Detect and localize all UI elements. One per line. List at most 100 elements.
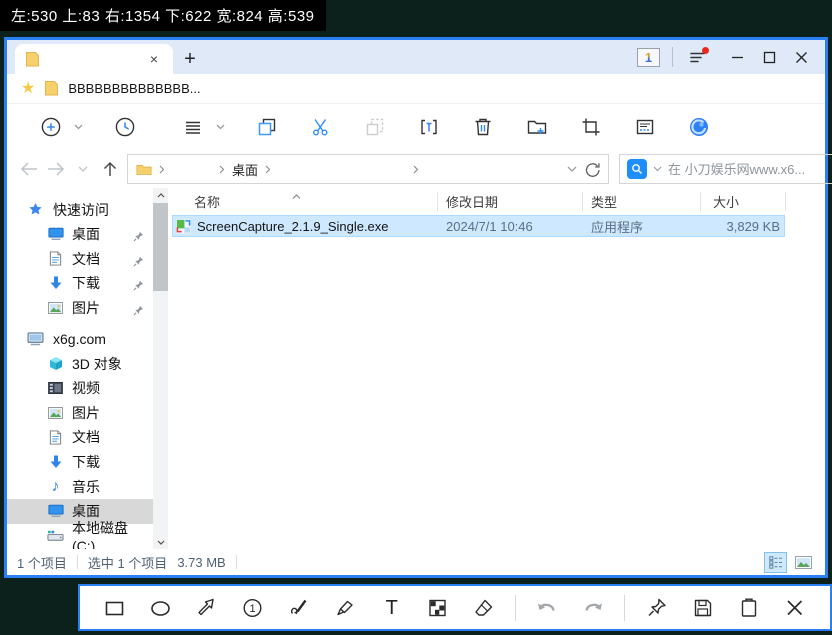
column-header-size[interactable]: 大小 — [701, 192, 786, 211]
sidebar-item-videos[interactable]: 视频 — [7, 376, 153, 401]
address-row: 桌面 — [7, 150, 832, 188]
sidebar-item-desktop-qa[interactable]: 桌面 — [7, 222, 153, 247]
scroll-down-icon[interactable] — [153, 535, 168, 549]
capture-coordinates-text: 左:530 上:83 右:1354 下:622 宽:824 高:539 — [11, 8, 315, 25]
search-box[interactable] — [619, 154, 832, 184]
address-dropdown-icon[interactable] — [567, 166, 577, 173]
new-item-button[interactable] — [31, 109, 71, 145]
toolbar-separator — [515, 594, 517, 621]
address-bar[interactable]: 桌面 — [127, 154, 609, 184]
sidebar-item-music[interactable]: ♪ 音乐 — [7, 474, 153, 499]
sidebar-item-quick-access[interactable]: 快速访问 — [7, 197, 153, 222]
copy-to-clipboard-button[interactable] — [734, 592, 764, 624]
details-pane-button[interactable] — [625, 109, 665, 145]
marker-tool-button[interactable] — [331, 592, 361, 624]
rename-icon — [421, 119, 437, 135]
rename-button[interactable] — [409, 109, 449, 145]
redo-icon — [585, 603, 603, 611]
sort-dropdown[interactable] — [213, 124, 227, 130]
mosaic-tool-button[interactable] — [423, 592, 453, 624]
sidebar-scrollbar[interactable] — [153, 188, 168, 549]
details-view-button[interactable] — [764, 551, 787, 573]
folder-icon — [45, 81, 59, 96]
sidebar-item-this-pc[interactable]: x6g.com — [7, 326, 153, 351]
sidebar-item-pictures-qa[interactable]: 图片 — [7, 296, 153, 321]
search-engine-icon[interactable] — [627, 159, 647, 179]
notification-dot — [702, 47, 709, 54]
app-logo-button[interactable] — [679, 109, 719, 145]
computer-icon — [27, 332, 44, 346]
minimize-button[interactable] — [721, 42, 753, 72]
save-icon — [694, 599, 711, 616]
sidebar-item-local-disk-c[interactable]: 本地磁盘 (C:) — [7, 520, 153, 549]
new-tab-button[interactable]: + — [173, 44, 207, 74]
scroll-up-icon[interactable] — [153, 188, 168, 202]
pen-tool-button[interactable] — [285, 592, 315, 624]
sort-button[interactable] — [173, 109, 213, 145]
up-button[interactable] — [96, 155, 123, 183]
navigation-pane: 快速访问 桌面 文档 下载 图片 x6g.com 3D 对象 视频 图片 文档 … — [7, 188, 153, 549]
delete-button[interactable] — [463, 109, 503, 145]
undo-icon — [538, 603, 555, 611]
pin-button[interactable] — [642, 592, 672, 624]
file-size-cell: 3,829 KB — [726, 218, 781, 234]
search-dropdown-icon[interactable] — [653, 166, 662, 172]
bookmark-label[interactable]: BBBBBBBBBBBBBB... — [68, 81, 200, 96]
close-button[interactable] — [785, 42, 817, 72]
desktop-icon — [47, 228, 64, 241]
menu-button[interactable] — [685, 44, 711, 70]
copy-button[interactable] — [247, 109, 287, 145]
close-icon — [787, 599, 802, 615]
breadcrumb-chevron-icon — [265, 165, 271, 173]
search-input[interactable] — [668, 161, 832, 177]
sidebar-item-downloads-qa[interactable]: 下载 — [7, 271, 153, 296]
eraser-tool-button[interactable] — [469, 592, 499, 624]
ellipse-tool-button[interactable] — [146, 592, 176, 624]
sidebar-item-documents-qa[interactable]: 文档 — [7, 247, 153, 272]
screencapture-exe-icon — [176, 218, 191, 234]
thumbnail-view-button[interactable] — [792, 552, 815, 573]
sidebar-item-documents[interactable]: 文档 — [7, 425, 153, 450]
pushpin-icon — [648, 598, 666, 616]
details-view-icon — [768, 555, 782, 569]
download-icon — [50, 455, 61, 469]
favorite-star-icon[interactable]: ★ — [21, 80, 35, 97]
selection-count: 选中 1 个项目 — [87, 555, 168, 571]
file-row-selected[interactable]: ScreenCapture_2.1.9_Single.exe 2024/7/1 … — [172, 215, 785, 237]
main-area: 快速访问 桌面 文档 下载 图片 x6g.com 3D 对象 视频 图片 文档 … — [7, 188, 825, 549]
column-header-date[interactable]: 修改日期 — [438, 192, 583, 211]
text-tool-button[interactable]: T — [377, 592, 407, 624]
file-type-cell: 应用程序 — [591, 219, 644, 235]
explorer-tab[interactable]: × — [15, 44, 173, 74]
sort-lines-icon — [186, 121, 200, 134]
sidebar-item-3d-objects[interactable]: 3D 对象 — [7, 351, 153, 376]
scissors-icon — [312, 119, 328, 136]
sidebar-item-downloads[interactable]: 下载 — [7, 450, 153, 475]
music-note-icon: ♪ — [51, 477, 60, 495]
crop-button[interactable] — [571, 109, 611, 145]
column-header-name[interactable]: 名称 — [172, 192, 438, 211]
arrow-right-icon — [47, 162, 64, 176]
minimize-icon — [731, 56, 743, 58]
scrollbar-thumb[interactable] — [153, 203, 168, 291]
titlebar-separator — [672, 47, 673, 67]
arrow-tool-button[interactable] — [192, 592, 222, 624]
number-tool-button[interactable]: 1 — [238, 592, 268, 624]
cut-button[interactable] — [301, 109, 341, 145]
maximize-button[interactable] — [753, 42, 785, 72]
new-folder-button[interactable] — [517, 109, 557, 145]
chevron-down-icon — [74, 124, 82, 130]
tab-count-badge[interactable]: 1 — [637, 47, 660, 67]
sidebar-item-pictures[interactable]: 图片 — [7, 401, 153, 426]
refresh-icon[interactable] — [584, 161, 600, 177]
tab-close-icon[interactable]: × — [145, 51, 163, 67]
breadcrumb-desktop[interactable]: 桌面 — [232, 160, 258, 179]
close-capture-button[interactable] — [780, 592, 810, 624]
column-header-type[interactable]: 类型 — [583, 192, 701, 211]
save-button[interactable] — [688, 592, 718, 624]
rectangle-tool-button[interactable] — [100, 592, 130, 624]
maximize-icon — [763, 51, 775, 63]
sort-ascending-icon — [292, 187, 301, 202]
new-item-dropdown[interactable] — [71, 124, 85, 130]
recent-button[interactable] — [105, 109, 145, 145]
